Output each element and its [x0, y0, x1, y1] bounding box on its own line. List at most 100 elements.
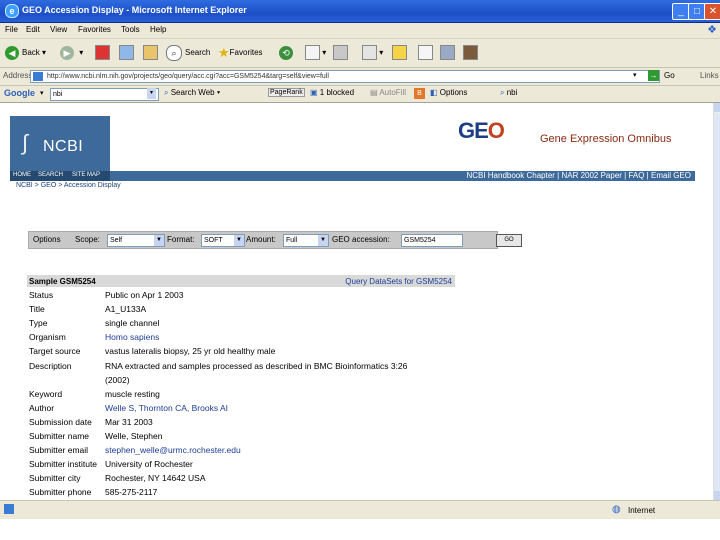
edit-icon	[362, 45, 377, 61]
status-bar: ◍ Internet	[0, 500, 720, 519]
ncbi-nav: HOME SEARCH SITE MAP	[10, 171, 110, 181]
autofill-button[interactable]: ▤ AutoFill	[370, 88, 406, 97]
field-label: Status	[29, 290, 54, 300]
search-button[interactable]: ⌕ Search	[166, 44, 210, 62]
highlight-button[interactable]: ⌕ nbi	[500, 88, 517, 98]
star-icon: ★	[218, 45, 230, 60]
links-button[interactable]: Links	[700, 71, 719, 80]
query-datasets-link[interactable]: Query DataSets for GSM5254	[345, 277, 452, 286]
field-label: Description	[29, 360, 72, 371]
menu-view[interactable]: View	[50, 25, 67, 34]
field-value: muscle resting	[105, 388, 160, 399]
go-button[interactable]: Go	[664, 71, 675, 80]
chevron-down-icon: ▼	[318, 235, 328, 246]
sample-title: Sample GSM5254	[29, 277, 96, 286]
scroll-down-icon[interactable]	[714, 491, 720, 500]
field-value: 585-275-2117	[105, 487, 158, 498]
pagerank-button[interactable]: PageRank	[268, 88, 305, 97]
refresh-icon	[119, 45, 134, 61]
google-logo[interactable]: Google	[4, 88, 35, 98]
field-value: RNA extracted and samples processed as d…	[105, 360, 408, 371]
geo-links[interactable]: NCBI Handbook Chapter | NAR 2002 Paper |…	[466, 171, 691, 180]
field-label: Submitter email	[29, 445, 89, 456]
field-value: University of Rochester	[105, 459, 193, 470]
discuss-button[interactable]	[392, 44, 407, 62]
menu-favorites[interactable]: Favorites	[78, 25, 111, 34]
research-button[interactable]	[418, 44, 433, 62]
globe-icon: O	[487, 118, 505, 143]
format-select[interactable]: SOFT ▼	[201, 234, 245, 247]
field-label: Title	[29, 304, 45, 315]
menu-edit[interactable]: Edit	[26, 25, 40, 34]
blogger-icon[interactable]: B	[414, 88, 425, 99]
book-icon	[418, 45, 433, 61]
scroll-thumb[interactable]	[714, 113, 720, 491]
field-value-link[interactable]: Homo sapiens	[105, 332, 159, 342]
field-value-link[interactable]: stephen_welle@urmc.rochester.edu	[105, 445, 241, 455]
vertical-scrollbar[interactable]	[713, 103, 720, 500]
nav-site-map[interactable]: SITE MAP	[72, 172, 100, 178]
page-icon	[33, 72, 43, 81]
sample-header: Sample GSM5254 Query DataSets for GSM525…	[27, 275, 455, 287]
home-button[interactable]	[143, 44, 158, 62]
field-label: Type	[29, 318, 48, 329]
back-arrow-icon: ◀	[5, 45, 19, 60]
search-icon: ⌕	[166, 44, 182, 61]
google-dropdown-icon[interactable]: ▾	[40, 89, 44, 97]
field-value-link[interactable]: Welle S, Thornton CA, Brooks AI	[105, 403, 228, 413]
autofill-icon: ▤	[370, 88, 378, 97]
window-title: GEO Accession Display - Microsoft Intern…	[22, 5, 247, 15]
globe-icon: ◍	[612, 504, 621, 515]
messenger-button[interactable]	[440, 44, 455, 62]
back-button[interactable]: ◀ Back ▾	[5, 44, 46, 62]
menu-help[interactable]: Help	[150, 25, 166, 34]
web-page: ∫ NCBI HOME SEARCH SITE MAP GEO Gene Exp…	[0, 103, 713, 500]
address-bar: Address http://www.ncbi.nlm.nih.gov/proj…	[0, 68, 720, 86]
field-label: Submitter name	[29, 431, 89, 441]
accession-label: GEO accession:	[332, 235, 390, 244]
field-value: (2002)	[105, 374, 130, 385]
favorites-button[interactable]: ★Favorites	[218, 44, 263, 62]
options-bar: Options Scope: Self ▼ Format: SOFT ▼ Amoun…	[28, 231, 522, 249]
accession-input[interactable]: GSM5254	[401, 234, 463, 247]
menu-file[interactable]: File	[5, 25, 18, 34]
refresh-button[interactable]	[119, 44, 134, 62]
address-input[interactable]: http://www.ncbi.nlm.nih.gov/projects/geo…	[30, 70, 660, 83]
close-button[interactable]: ✕	[704, 3, 720, 20]
nav-home[interactable]: HOME	[13, 172, 31, 178]
history-button[interactable]: ⟲	[279, 44, 296, 62]
forward-button[interactable]: ▶ ▾	[60, 44, 83, 62]
nav-search[interactable]: SEARCH	[38, 172, 63, 178]
address-dropdown-icon[interactable]: ▾	[633, 71, 637, 79]
scope-label: Scope:	[75, 235, 100, 244]
title-bar: e GEO Accession Display - Microsoft Inte…	[0, 0, 720, 23]
stop-button[interactable]	[95, 44, 110, 62]
search-web-button[interactable]: ⌕ Search Web ▾	[164, 88, 220, 98]
ie-icon: e	[5, 4, 19, 18]
amount-select[interactable]: Full ▼	[283, 234, 329, 247]
geo-subtitle: Gene Expression Omnibus	[540, 133, 672, 145]
popup-blocked-button[interactable]: ▣ 1 blocked	[310, 88, 354, 97]
google-search-dropdown-icon[interactable]: ▾	[147, 88, 156, 99]
mail-button[interactable]: ▾	[305, 44, 326, 62]
google-toolbar: Google ▾ nbi ▾ ⌕ Search Web ▾ PageRank ▣…	[0, 86, 720, 103]
print-button[interactable]	[333, 44, 348, 62]
geo-logo[interactable]: GEO	[458, 118, 505, 144]
options-button[interactable]: ◧ Options	[430, 88, 467, 97]
scope-select[interactable]: Self ▼	[107, 234, 165, 247]
field-label: Target source	[29, 346, 81, 357]
go-button[interactable]: GO	[496, 234, 522, 247]
edit-button[interactable]: ▾	[362, 44, 383, 62]
field-value: Public on Apr 1 2003	[105, 290, 184, 300]
options-icon: ◧	[430, 88, 438, 97]
menu-tools[interactable]: Tools	[121, 25, 140, 34]
search-web-icon: ⌕	[164, 88, 169, 97]
tool-button[interactable]	[463, 44, 478, 62]
messenger-icon	[440, 45, 455, 61]
go-arrow-icon[interactable]: →	[648, 70, 659, 81]
menu-bar: File Edit View Favorites Tools Help ❖	[0, 23, 720, 39]
zone-label: Internet	[628, 506, 656, 515]
breadcrumb[interactable]: NCBI > GEO > Accession Display	[16, 182, 121, 189]
scroll-up-icon[interactable]	[714, 103, 720, 112]
google-search-input[interactable]: nbi	[50, 88, 159, 101]
